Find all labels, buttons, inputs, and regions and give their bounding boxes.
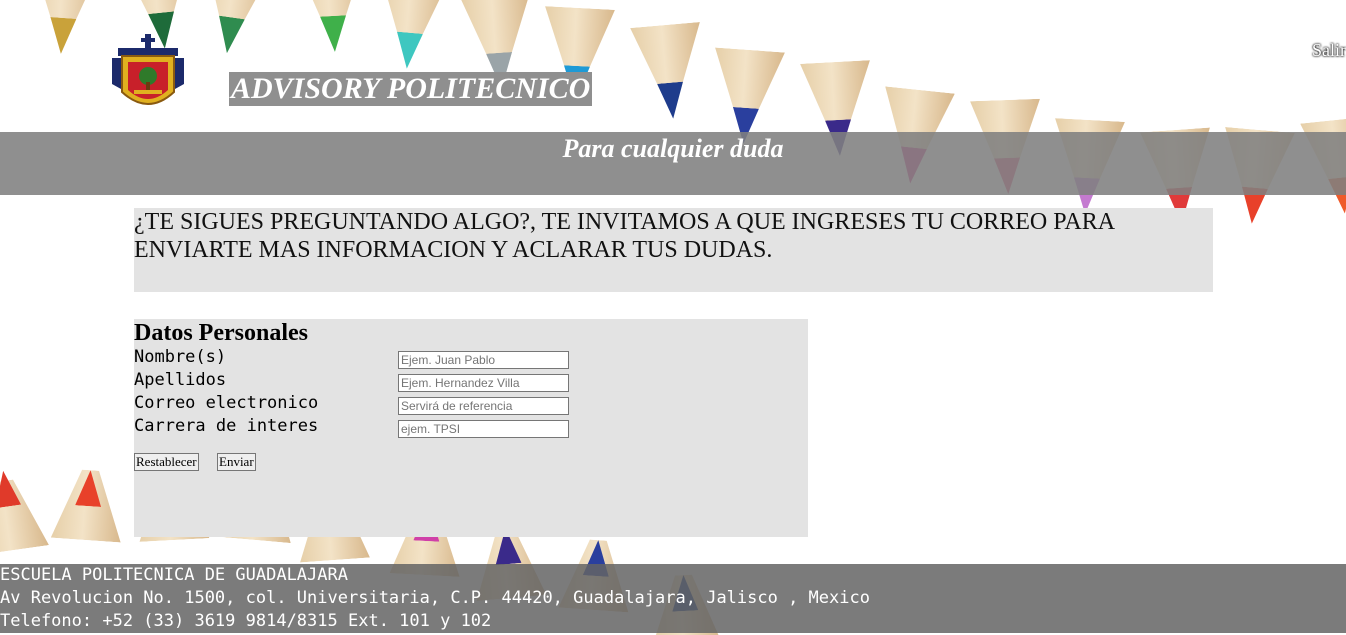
pencil-decoration [1300,116,1346,123]
pencil-decoration [630,22,700,28]
personal-data-form: Datos Personales Nombre(s) Apellidos Cor… [134,319,808,537]
pencil-decoration [28,0,103,32]
logout-link[interactable]: Salir [1312,40,1346,61]
banner-text: Para cualquier duda [562,134,784,163]
reset-button[interactable]: Restablecer [134,453,199,471]
university-crest-icon [108,34,188,114]
email-label: Correo electronico [134,393,319,413]
pencil-decoration [545,6,615,10]
pencil-background [0,0,1346,635]
pencil-decoration [800,60,870,64]
first-name-label: Nombre(s) [134,347,227,367]
last-name-label: Apellidos [134,370,227,390]
pencil-decoration [1055,118,1125,122]
site-title: ADVISORY POLITECNICO [229,72,593,106]
form-title: Datos Personales [134,320,308,346]
footer-address: Av Revolucion No. 1500, col. Universitar… [0,588,870,608]
banner: Para cualquier duda [0,132,1346,195]
footer-school-name: ESCUELA POLITECNICA DE GUADALAJARA [0,565,348,585]
pencil-decoration [885,86,955,93]
last-name-input[interactable] [398,374,569,392]
career-input[interactable] [398,420,569,438]
career-label: Carrera de interes [134,416,319,436]
first-name-input[interactable] [398,351,569,369]
submit-button[interactable]: Enviar [217,453,256,471]
pencil-decoration [715,48,785,53]
footer: ESCUELA POLITECNICA DE GUADALAJARA Av Re… [0,564,1346,633]
footer-phone: Telefono: +52 (33) 3619 9814/8315 Ext. 1… [0,611,492,631]
info-message: ¿TE SIGUES PREGUNTANDO ALGO?, TE INVITAM… [134,208,1213,292]
pencil-decoration [970,99,1040,101]
email-input[interactable] [398,397,569,415]
